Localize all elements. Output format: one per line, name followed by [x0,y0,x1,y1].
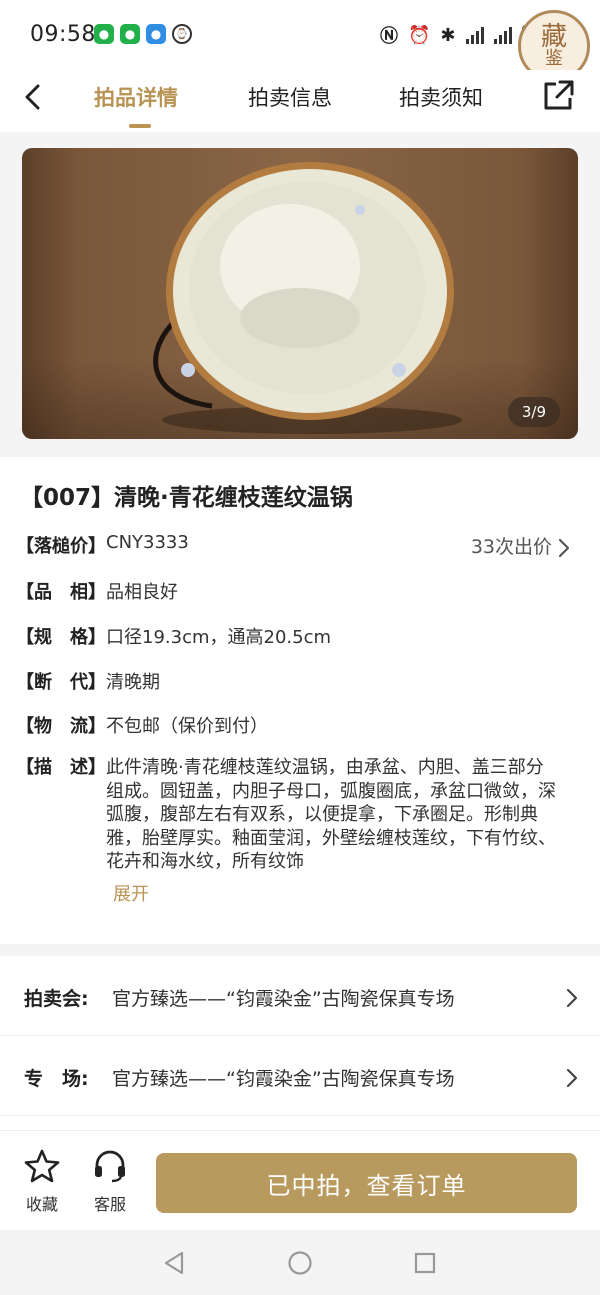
description-text: 此件清晚·青花缠枝莲纹温锅，由承盆、内胆、盖三部分组成。圆钮盖，内胆子母口，弧腹… [106,757,556,872]
chevron-right-icon[interactable] [558,538,570,558]
nfc-icon: Ⓝ [380,26,398,47]
shipping-label: 【物 流】 [16,716,106,737]
signal-icon [493,26,512,44]
bottom-action-bar: 收藏 客服 已中拍，查看订单 [0,1130,600,1230]
tab-auction-info[interactable]: 拍卖信息 [248,82,332,112]
shipping-value: 不包邮（保价到付） [106,716,268,737]
spec-label: 【规 格】 [16,627,106,648]
favorite-label: 收藏 [25,1195,58,1214]
image-gallery: 3/9 [0,132,600,457]
auction-session-row[interactable]: 拍卖会: 官方臻选——“钧霞染金”古陶瓷保真专场 [0,958,600,1036]
message-icon: ● [146,24,166,44]
wechat-icon: ● [120,24,140,44]
product-photo[interactable]: 3/9 [22,148,578,439]
expand-link[interactable]: 展开 [113,880,149,906]
tab-item-details[interactable]: 拍品详情 [94,82,178,112]
auction-session-label: 拍卖会: [24,988,89,1010]
bluetooth-icon: ✱ [440,24,456,46]
bowl-illustration [153,162,462,434]
headset-icon [95,1150,125,1183]
spec-row: 【规 格】 口径19.3cm，通高20.5cm [16,623,331,649]
item-title: 【007】清晚·青花缠枝莲纹温锅 [20,485,353,511]
hammer-price-value: CNY3333 [106,532,189,553]
hammer-price-label: 【落槌价】 [16,536,106,557]
condition-value: 品相良好 [106,582,178,603]
special-session-row[interactable]: 专 场: 官方臻选——“钧霞染金”古陶瓷保真专场 [0,1038,600,1116]
top-nav: 拍品详情 拍卖信息 拍卖须知 [0,70,600,132]
hammer-price-row: 【落槌价】 CNY3333 [16,532,189,558]
condition-row: 【品 相】 品相良好 [16,578,178,604]
bid-count-link[interactable]: 33次出价 [471,532,552,559]
special-session-label: 专 场: [24,1068,89,1090]
notification-icons: ● ● ● ⌚ [94,24,192,44]
period-label: 【断 代】 [16,672,106,693]
clock-badge-icon: ⌚ [172,24,192,44]
status-time: 09:58 [30,22,96,47]
period-value: 清晚期 [106,672,160,693]
description-row: 【描 述】 此件清晚·青花缠枝莲纹温锅，由承盆、内胆、盖三部分组成。圆钮盖，内胆… [16,756,576,874]
nav-back-icon[interactable] [162,1250,186,1276]
nav-home-icon[interactable] [287,1250,313,1276]
status-bar: 09:58 ● ● ● ⌚ Ⓝ ⏰ ✱ 51 藏 鉴 [0,0,600,82]
nav-recents-icon[interactable] [413,1250,437,1276]
system-nav-bar [0,1230,600,1295]
item-details: 【007】清晚·青花缠枝莲纹温锅 【落槌价】 CNY3333 33次出价 【品 … [0,458,600,944]
favorite-button[interactable]: 收藏 [12,1149,72,1215]
special-session-value: 官方臻选——“钧霞染金”古陶瓷保真专场 [112,1068,455,1090]
shipping-row: 【物 流】 不包邮（保价到付） [16,712,268,738]
star-icon [24,1149,60,1183]
auction-session-value: 官方臻选——“钧霞染金”古陶瓷保真专场 [112,988,455,1010]
spec-value: 口径19.3cm，通高20.5cm [106,627,332,648]
chevron-right-icon [566,1068,578,1088]
customer-service-button[interactable]: 客服 [80,1149,140,1215]
view-order-button[interactable]: 已中拍，查看订单 [156,1153,577,1213]
image-counter: 3/9 [507,397,560,427]
customer-service-label: 客服 [93,1195,126,1214]
chevron-right-icon [566,988,578,1008]
alarm-icon: ⏰ [408,24,431,46]
description-label: 【描 述】 [16,757,106,778]
wechat-icon: ● [94,24,114,44]
signal-icon [465,26,484,44]
back-icon[interactable] [20,82,50,112]
tab-auction-notice[interactable]: 拍卖须知 [399,82,483,112]
active-tab-indicator [129,124,151,128]
period-row: 【断 代】 清晚期 [16,668,160,694]
share-icon[interactable] [540,78,576,114]
condition-label: 【品 相】 [16,582,106,603]
section-divider [0,944,600,956]
